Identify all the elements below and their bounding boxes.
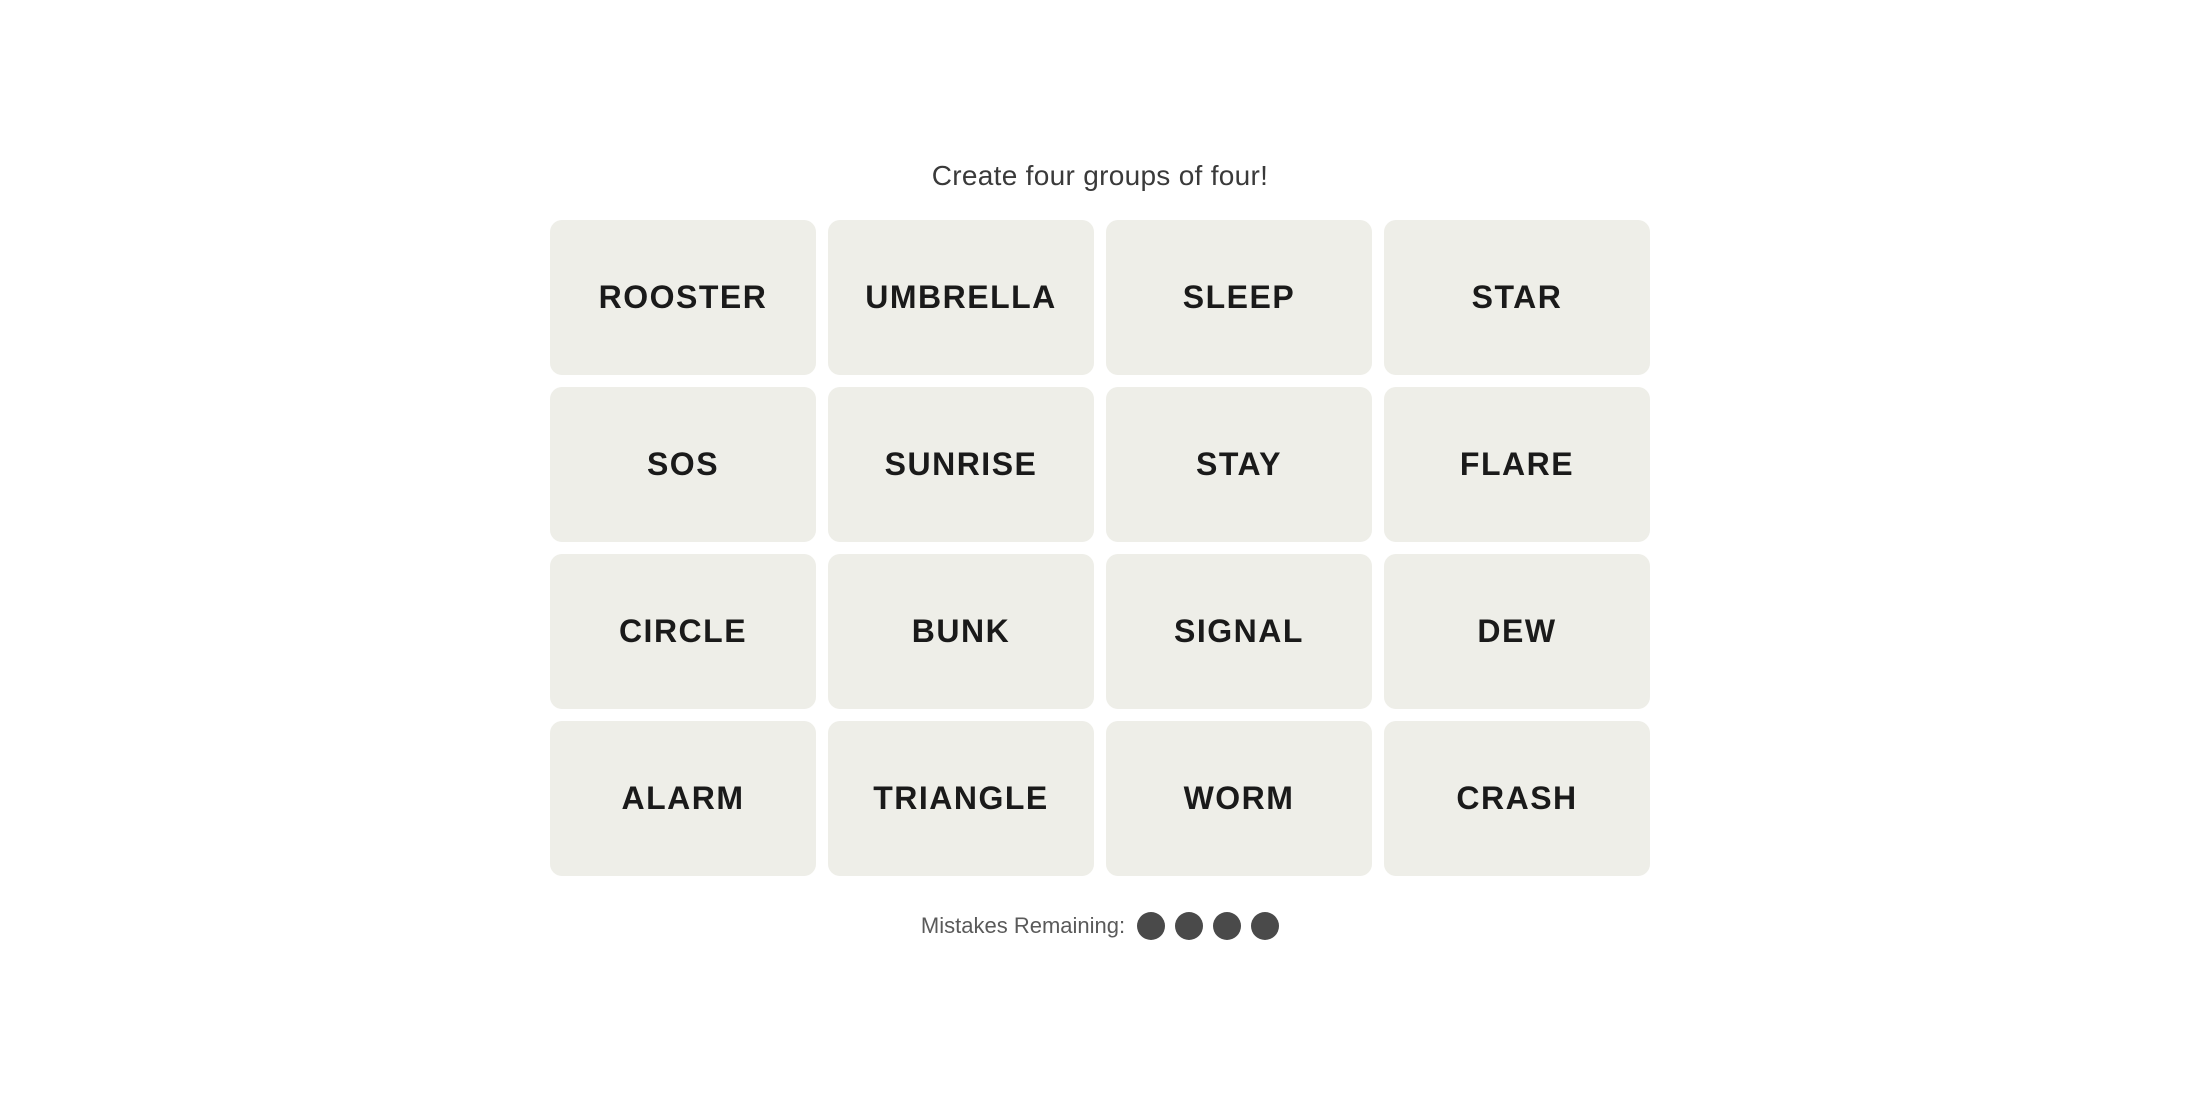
mistake-dot <box>1251 912 1279 940</box>
word-card[interactable]: ALARM <box>550 721 816 876</box>
word-label: DEW <box>1477 613 1556 650</box>
word-label: UMBRELLA <box>865 279 1057 316</box>
mistakes-row: Mistakes Remaining: <box>921 912 1279 940</box>
game-container: Create four groups of four! ROOSTER UMBRE… <box>550 160 1650 940</box>
word-card[interactable]: BUNK <box>828 554 1094 709</box>
word-label: SIGNAL <box>1174 613 1304 650</box>
word-label: SLEEP <box>1183 279 1295 316</box>
word-card[interactable]: DEW <box>1384 554 1650 709</box>
word-card[interactable]: CRASH <box>1384 721 1650 876</box>
word-label: ROOSTER <box>599 279 768 316</box>
word-label: BUNK <box>912 613 1010 650</box>
word-label: STAY <box>1196 446 1282 483</box>
word-label: WORM <box>1184 780 1295 817</box>
word-card[interactable]: STAY <box>1106 387 1372 542</box>
word-card[interactable]: CIRCLE <box>550 554 816 709</box>
word-card[interactable]: SUNRISE <box>828 387 1094 542</box>
mistake-dot <box>1137 912 1165 940</box>
word-label: SOS <box>647 446 719 483</box>
word-card[interactable]: SIGNAL <box>1106 554 1372 709</box>
mistake-dot <box>1175 912 1203 940</box>
game-subtitle: Create four groups of four! <box>932 160 1269 192</box>
mistakes-dots <box>1137 912 1279 940</box>
word-card[interactable]: SOS <box>550 387 816 542</box>
word-label: STAR <box>1472 279 1563 316</box>
word-card[interactable]: FLARE <box>1384 387 1650 542</box>
word-label: FLARE <box>1460 446 1574 483</box>
word-card[interactable]: SLEEP <box>1106 220 1372 375</box>
mistakes-label: Mistakes Remaining: <box>921 913 1125 939</box>
word-label: ALARM <box>621 780 744 817</box>
word-card[interactable]: ROOSTER <box>550 220 816 375</box>
word-card[interactable]: STAR <box>1384 220 1650 375</box>
word-grid: ROOSTER UMBRELLA SLEEP STAR SOS SUNRISE STAY FL… <box>550 220 1650 876</box>
word-label: TRIANGLE <box>873 780 1049 817</box>
mistake-dot <box>1213 912 1241 940</box>
word-label: CRASH <box>1456 780 1577 817</box>
word-label: CIRCLE <box>619 613 747 650</box>
word-card[interactable]: UMBRELLA <box>828 220 1094 375</box>
word-card[interactable]: WORM <box>1106 721 1372 876</box>
word-label: SUNRISE <box>885 446 1038 483</box>
word-card[interactable]: TRIANGLE <box>828 721 1094 876</box>
